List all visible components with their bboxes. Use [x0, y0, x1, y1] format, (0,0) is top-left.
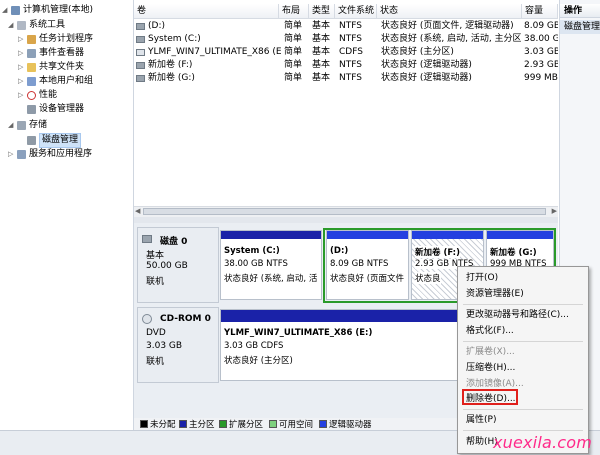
menu-shrink-volume[interactable]: 压缩卷(H)... — [466, 361, 515, 375]
scroll-right-icon[interactable]: ▶ — [552, 207, 557, 215]
services-icon — [17, 150, 26, 159]
menu-properties[interactable]: 属性(P) — [466, 413, 496, 427]
legend-item: 未分配 — [140, 420, 176, 430]
expand-icon[interactable]: ▷ — [18, 75, 26, 88]
menu-separator — [463, 341, 583, 342]
legend-item: 逻辑驱动器 — [319, 420, 372, 430]
context-menu: 打开(O) 资源管理器(E) 更改驱动器号和路径(C)... 格式化(F)...… — [457, 266, 589, 454]
partition-color-bar — [487, 231, 553, 239]
storage-icon — [17, 121, 26, 130]
volume-row[interactable]: 新加卷 (G:) 简单 基本 NTFS 状态良好 (逻辑驱动器) 999 MB — [134, 72, 558, 85]
scrollbar-thumb[interactable] — [143, 208, 546, 215]
event-viewer-icon — [27, 49, 36, 58]
delete-volume-highlight — [462, 389, 518, 405]
expand-icon[interactable]: ▷ — [18, 89, 26, 102]
partition-color-bar — [221, 231, 321, 239]
column-header-type[interactable]: 类型 — [309, 4, 335, 19]
volume-icon — [136, 75, 145, 82]
computer-icon — [11, 6, 20, 15]
column-header-filesystem[interactable]: 文件系统 — [335, 4, 377, 19]
clock-icon — [27, 35, 36, 44]
cd-drive-icon — [142, 314, 152, 324]
collapse-icon[interactable]: ◢ — [2, 4, 10, 17]
watermark: xuexila.com — [493, 433, 593, 452]
volume-row[interactable]: (D:) 简单 基本 NTFS 状态良好 (页面文件, 逻辑驱动器) 8.09 … — [134, 20, 558, 33]
menu-explore[interactable]: 资源管理器(E) — [466, 287, 524, 301]
volume-row[interactable]: YLMF_WIN7_ULTIMATE_X86 (E:) 简单 基本 CDFS 状… — [134, 46, 558, 59]
scroll-left-icon[interactable]: ◀ — [135, 207, 140, 215]
partition-d[interactable]: (D:) 8.09 GB NTFS 状态良好 (页面文件 — [326, 230, 409, 300]
shared-folder-icon — [27, 63, 36, 72]
partition-color-bar — [327, 231, 408, 239]
volume-row[interactable]: System (C:) 简单 基本 NTFS 状态良好 (系统, 启动, 活动,… — [134, 33, 558, 46]
menu-separator — [463, 430, 583, 431]
legend-item: 扩展分区 — [219, 420, 263, 430]
disk0-label[interactable]: 磁盘 0 基本 50.00 GB 联机 — [137, 227, 219, 303]
menu-change-drive-letter[interactable]: 更改驱动器号和路径(C)... — [466, 308, 569, 322]
menu-extend-volume[interactable]: 扩展卷(X)... — [466, 345, 515, 359]
volume-icon — [136, 23, 145, 30]
partition-color-bar — [412, 231, 483, 239]
actions-disk-management[interactable]: 磁盘管理 — [560, 20, 600, 34]
navigation-tree: ◢ 计算机管理(本地) ◢ 系统工具 ▷ 任务计划程序 ▷ 事件查看器 ▷ 共享… — [0, 0, 134, 430]
collapse-icon[interactable]: ◢ — [8, 19, 16, 32]
column-header-capacity[interactable]: 容量 — [522, 4, 558, 19]
legend-item: 主分区 — [179, 420, 215, 430]
menu-open[interactable]: 打开(O) — [466, 271, 498, 285]
hard-disk-icon — [142, 235, 152, 243]
collapse-icon[interactable]: ◢ — [8, 119, 16, 132]
volume-list: 卷 布局 类型 文件系统 状态 容量 (D:) 简单 基本 NTFS 状态良好 … — [134, 0, 558, 220]
column-header-volume[interactable]: 卷 — [134, 4, 279, 19]
disk-icon — [27, 136, 36, 145]
expand-icon[interactable]: ▷ — [8, 148, 16, 161]
column-header-status[interactable]: 状态 — [377, 4, 522, 19]
expand-icon[interactable]: ▷ — [18, 61, 26, 74]
menu-format[interactable]: 格式化(F)... — [466, 324, 514, 338]
cdrom0-label[interactable]: CD-ROM 0 DVD 3.03 GB 联机 — [137, 307, 219, 383]
column-header-layout[interactable]: 布局 — [279, 4, 309, 19]
performance-icon — [27, 91, 36, 100]
volume-icon — [136, 62, 145, 69]
volume-row[interactable]: 新加卷 (F:) 简单 基本 NTFS 状态良好 (逻辑驱动器) 2.93 GB — [134, 59, 558, 72]
users-icon — [27, 77, 36, 86]
tools-icon — [17, 21, 26, 30]
volume-icon — [136, 36, 145, 43]
menu-separator — [463, 304, 583, 305]
expand-icon[interactable]: ▷ — [18, 33, 26, 46]
actions-title: 操作 — [560, 4, 600, 18]
partition-c[interactable]: System (C:) 38.00 GB NTFS 状态良好 (系统, 启动, … — [220, 230, 322, 300]
device-manager-icon — [27, 105, 36, 114]
menu-separator — [463, 409, 583, 410]
legend-item: 可用空间 — [269, 420, 313, 430]
cd-volume-icon — [136, 49, 145, 56]
expand-icon[interactable]: ▷ — [18, 47, 26, 60]
